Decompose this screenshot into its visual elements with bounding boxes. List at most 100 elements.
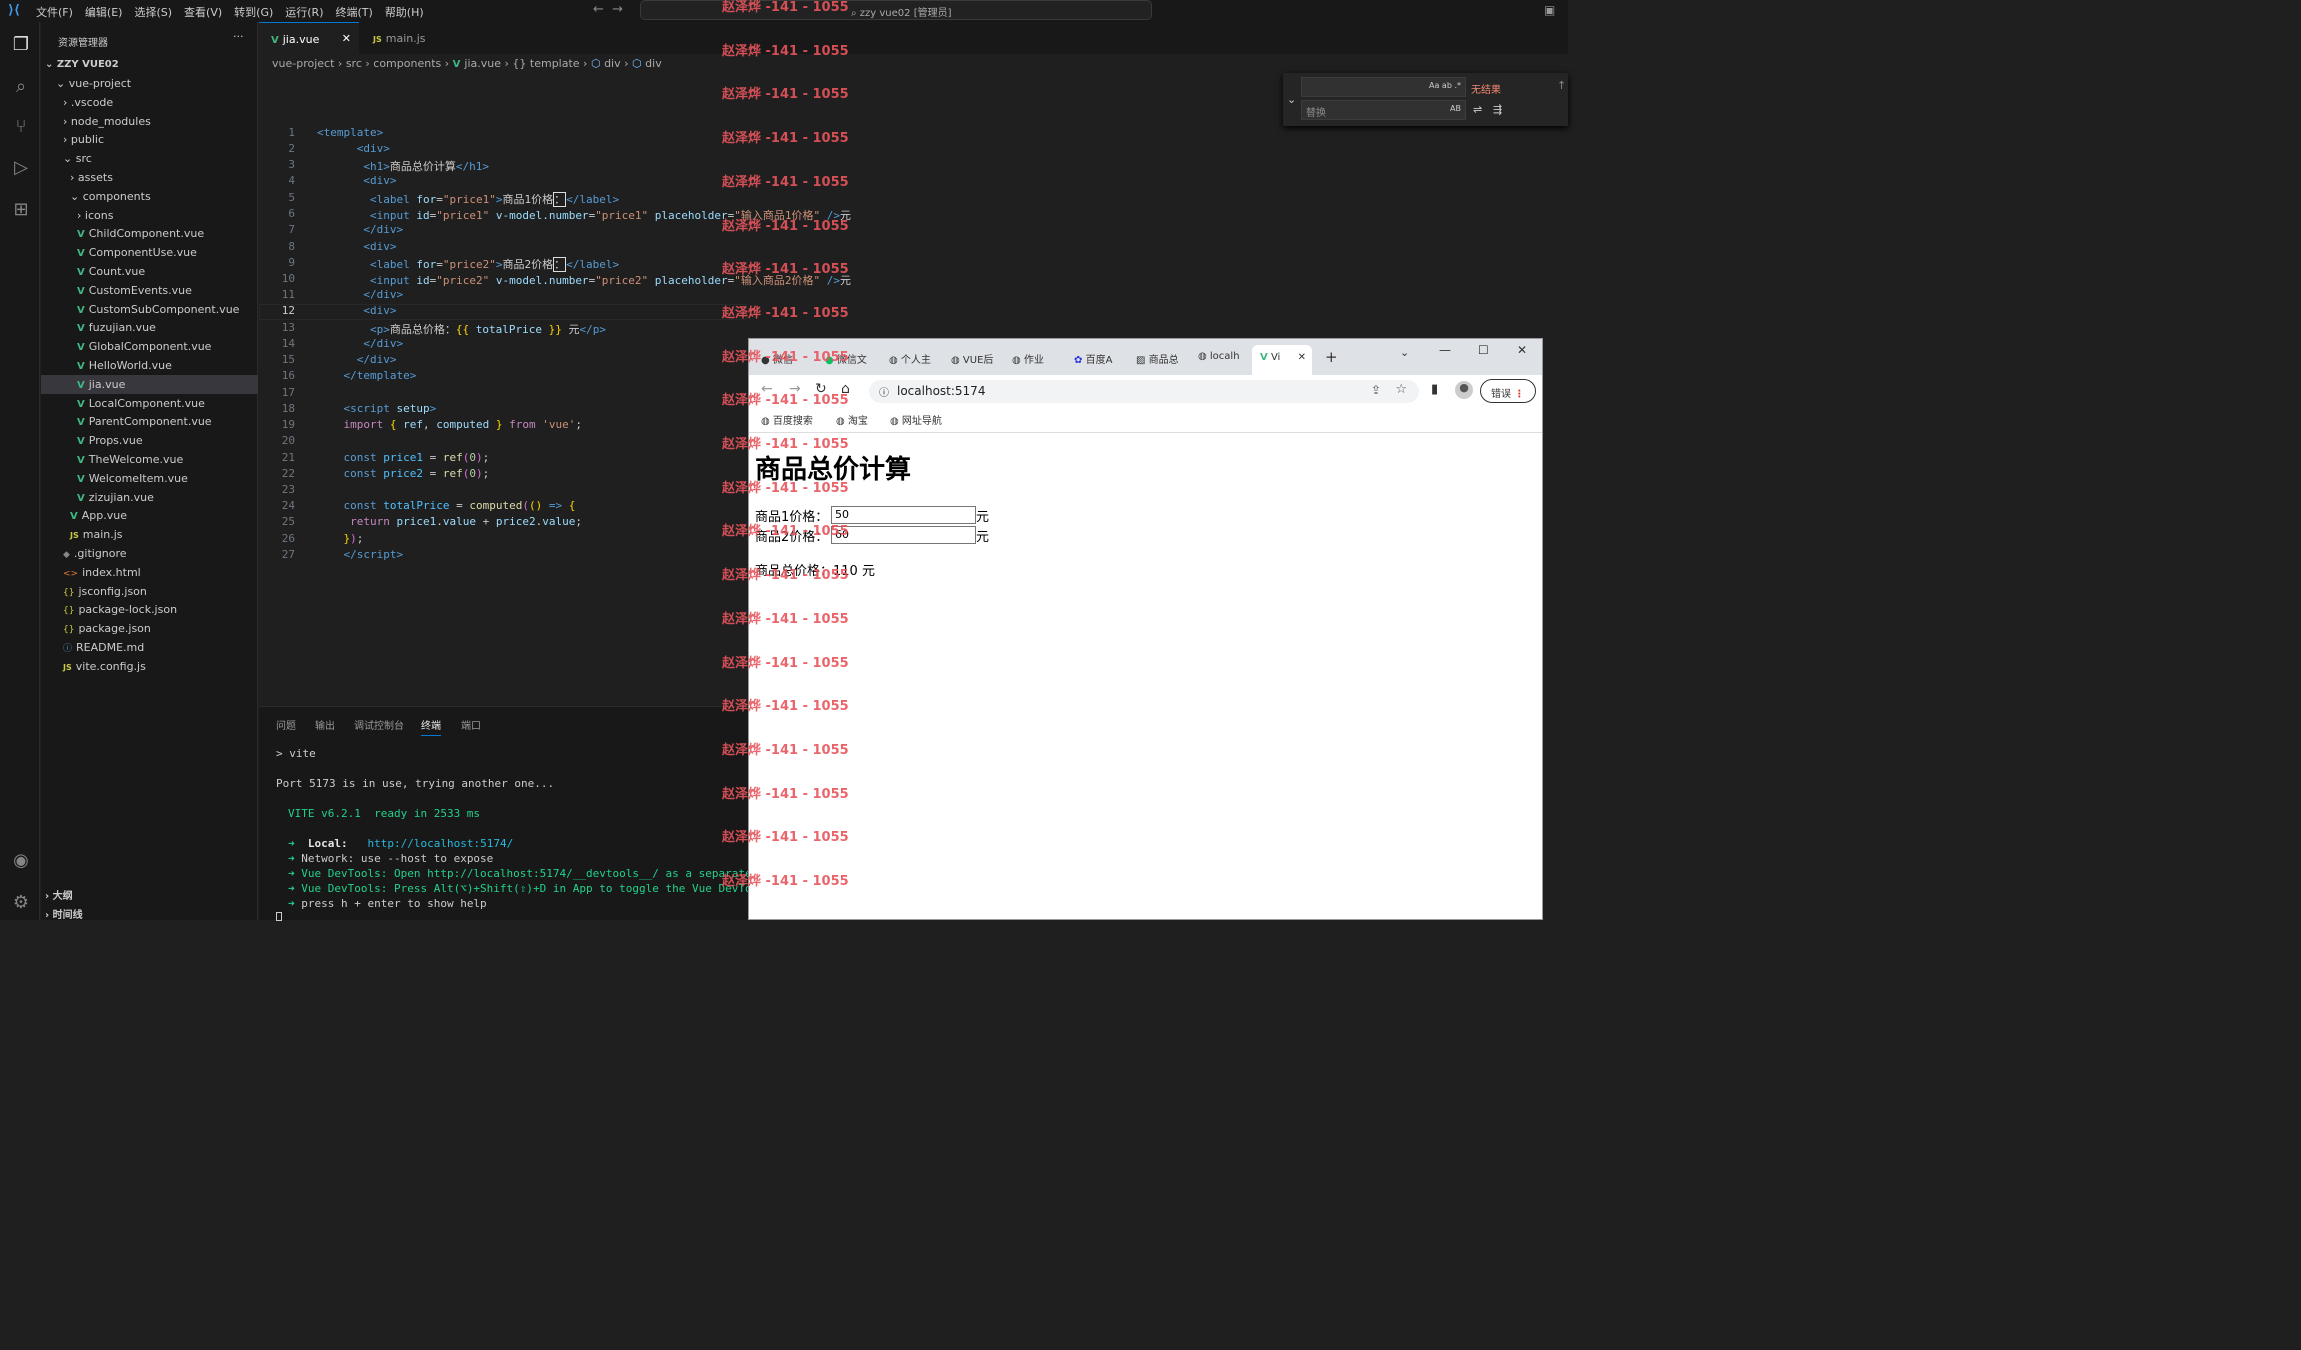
menu-selection[interactable]: 选择(S): [134, 4, 172, 20]
browser-tab[interactable]: ◍ localh: [1198, 351, 1240, 362]
breadcrumb-item[interactable]: jia.vue: [464, 57, 501, 70]
tree-item[interactable]: JS main.js: [41, 525, 258, 544]
breadcrumb-item[interactable]: div: [645, 57, 662, 70]
tab-search-icon[interactable]: ⌄: [1400, 346, 1409, 359]
menu-help[interactable]: 帮助(H): [385, 4, 424, 20]
close-window-icon[interactable]: ✕: [1517, 343, 1527, 357]
replace-all-icon[interactable]: ⇶: [1493, 103, 1502, 116]
tab-main-js[interactable]: JS main.js: [361, 22, 456, 54]
menu-view[interactable]: 查看(V): [184, 4, 222, 20]
tree-item[interactable]: V Props.vue: [41, 431, 258, 450]
tree-item[interactable]: › icons: [41, 206, 258, 225]
extensions-icon[interactable]: ⊞: [10, 199, 32, 220]
tree-item[interactable]: ◆ .gitignore: [41, 544, 258, 563]
browser-tab-active[interactable]: V Vi ✕: [1252, 345, 1312, 375]
breadcrumb-item[interactable]: vue-project: [272, 57, 334, 70]
tree-item[interactable]: › .vscode: [41, 93, 258, 112]
tree-item[interactable]: › public: [41, 130, 258, 149]
workspace-root[interactable]: ⌄ ZZY VUE02: [41, 55, 258, 74]
menu-run[interactable]: 运行(R): [285, 4, 323, 20]
tree-item[interactable]: ⌄ components: [41, 187, 258, 206]
local-url-link[interactable]: http://localhost:5174/: [368, 837, 514, 850]
close-tab-icon[interactable]: ✕: [1298, 352, 1306, 363]
account-icon[interactable]: ◉: [10, 850, 32, 871]
sidebar-icon[interactable]: ▮: [1431, 382, 1438, 397]
tree-item[interactable]: V ParentComponent.vue: [41, 412, 258, 431]
command-center-search[interactable]: ⌕ zzy vue02 [管理员]: [640, 0, 1152, 20]
tree-item[interactable]: ⌄ src: [41, 149, 258, 168]
bookmark-item[interactable]: ◍ 网址导航: [890, 412, 942, 427]
timeline-section[interactable]: › 时间线: [41, 906, 258, 925]
tree-item[interactable]: V TheWelcome.vue: [41, 450, 258, 469]
match-case-icon[interactable]: Aa: [1429, 81, 1439, 90]
bookmark-item[interactable]: ◍ 百度搜索: [761, 412, 813, 427]
tree-item[interactable]: › node_modules: [41, 112, 258, 131]
tree-item[interactable]: V HelloWorld.vue: [41, 356, 258, 375]
outline-section[interactable]: › 大纲: [41, 887, 258, 906]
tree-item[interactable]: V ChildComponent.vue: [41, 224, 258, 243]
tree-item[interactable]: V WelcomeItem.vue: [41, 469, 258, 488]
explorer-icon[interactable]: ❐: [10, 34, 32, 55]
replace-one-icon[interactable]: ⇌: [1473, 103, 1482, 116]
source-control-icon[interactable]: ⑂: [10, 116, 32, 137]
tree-item[interactable]: {} jsconfig.json: [41, 582, 258, 601]
price2-input[interactable]: 60: [831, 526, 976, 544]
tree-item[interactable]: V CustomSubComponent.vue: [41, 300, 258, 319]
browser-tab[interactable]: ▨ 商品总: [1136, 351, 1179, 366]
minimize-icon[interactable]: —: [1439, 343, 1451, 357]
close-tab-icon[interactable]: ✕: [342, 32, 351, 45]
tree-item[interactable]: V Count.vue: [41, 262, 258, 281]
regex-icon[interactable]: .*: [1454, 81, 1461, 90]
menu-goto[interactable]: 转到(G): [234, 4, 273, 20]
toggle-replace-icon[interactable]: ⌄: [1287, 93, 1296, 106]
more-actions-icon[interactable]: ···: [233, 30, 244, 43]
more-menu-icon[interactable]: ⋮: [1514, 389, 1524, 400]
browser-tab[interactable]: ◍ VUE后: [951, 351, 993, 366]
menu-file[interactable]: 文件(F): [36, 4, 73, 20]
error-button[interactable]: 错误 ⋮: [1480, 379, 1536, 403]
tree-item[interactable]: Vzizujian.vue: [41, 488, 258, 507]
price1-input[interactable]: 50: [831, 506, 976, 524]
layout-toggle-icon[interactable]: ▣: [1544, 3, 1555, 17]
bookmark-item[interactable]: ◍ 淘宝: [836, 412, 868, 427]
tab-debug-console[interactable]: 调试控制台: [354, 717, 404, 732]
tree-item[interactable]: › assets: [41, 168, 258, 187]
tree-item[interactable]: {} package-lock.json: [41, 600, 258, 619]
browser-tab[interactable]: ◍ 作业: [1012, 351, 1044, 366]
tab-ports[interactable]: 端口: [461, 717, 481, 732]
tree-item[interactable]: ⌄ vue-project: [41, 74, 258, 93]
bookmark-star-icon[interactable]: ☆: [1395, 382, 1407, 397]
address-bar[interactable]: ⓘ localhost:5174 ⇪ ☆: [869, 380, 1419, 403]
back-forward-icon[interactable]: ← →: [593, 2, 623, 17]
browser-tab[interactable]: ◍ 个人主: [889, 351, 931, 366]
find-input[interactable]: Aa ab .*: [1301, 77, 1466, 97]
profile-avatar[interactable]: ●: [1455, 381, 1473, 399]
menu-edit[interactable]: 编辑(E): [85, 4, 123, 20]
maximize-icon[interactable]: ☐: [1478, 343, 1489, 357]
tab-output[interactable]: 输出: [315, 717, 335, 732]
tree-item[interactable]: Vfuzujian.vue: [41, 318, 258, 337]
run-debug-icon[interactable]: ▷: [10, 157, 32, 178]
preserve-case-icon[interactable]: AB: [1450, 104, 1461, 113]
settings-gear-icon[interactable]: ⚙: [10, 892, 32, 913]
breadcrumb-item[interactable]: components: [373, 57, 441, 70]
tree-item[interactable]: V LocalComponent.vue: [41, 394, 258, 413]
new-tab-icon[interactable]: +: [1325, 348, 1338, 366]
tree-item[interactable]: ⓘ README.md: [41, 638, 258, 657]
site-info-icon[interactable]: ⓘ: [879, 384, 889, 399]
share-icon[interactable]: ⇪: [1371, 383, 1381, 397]
match-word-icon[interactable]: ab: [1442, 81, 1452, 90]
tab-problems[interactable]: 问题: [276, 717, 296, 732]
menu-terminal[interactable]: 终端(T): [336, 4, 373, 20]
breadcrumb-item[interactable]: src: [346, 57, 362, 70]
tree-item[interactable]: <> index.html: [41, 563, 258, 582]
search-icon[interactable]: ⌕: [10, 76, 32, 97]
tree-item[interactable]: V App.vue: [41, 506, 258, 525]
tree-item[interactable]: {} package.json: [41, 619, 258, 638]
previous-match-icon[interactable]: ↑: [1557, 79, 1566, 92]
browser-tab[interactable]: ✿ 百度A: [1074, 351, 1112, 366]
breadcrumb-item[interactable]: div: [604, 57, 621, 70]
tree-item[interactable]: V GlobalComponent.vue: [41, 337, 258, 356]
tree-item[interactable]: V ComponentUse.vue: [41, 243, 258, 262]
tree-item[interactable]: JS vite.config.js: [41, 657, 258, 676]
